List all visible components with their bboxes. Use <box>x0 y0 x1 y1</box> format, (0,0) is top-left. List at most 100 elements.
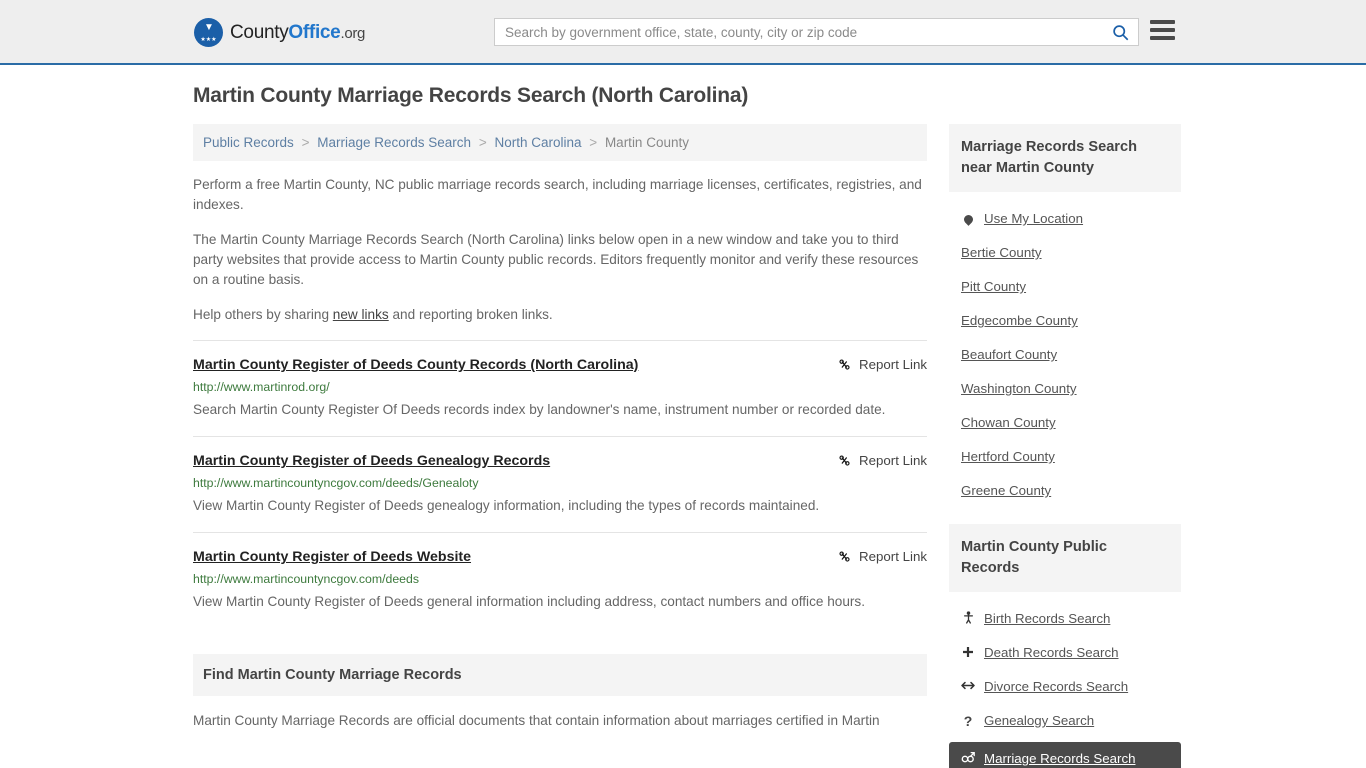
sidebar-item-use-my-location[interactable]: Use My Location <box>949 202 1181 236</box>
sidebar-item-bertie-county[interactable]: Bertie County <box>949 236 1181 270</box>
intro-paragraph-3: Help others by sharing new links and rep… <box>193 305 927 325</box>
sidebar-item-marriage-records-search[interactable]: Marriage Records Search <box>949 742 1181 768</box>
sidebar-item-label: Beaufort County <box>961 347 1058 362</box>
share-text-before: Help others by sharing <box>193 307 333 322</box>
breadcrumb-item-north-carolina[interactable]: North Carolina <box>494 135 581 150</box>
result-title-link[interactable]: Martin County Register of Deeds Genealog… <box>193 452 837 470</box>
sidebar-item-label: Death Records Search <box>984 645 1119 660</box>
logo-text-office: Office <box>288 21 341 43</box>
result-description: View Martin County Register of Deeds gen… <box>193 498 820 513</box>
result-url: http://www.martincountyncgov.com/deeds/G… <box>193 476 479 490</box>
result-header: Martin County Register of Deeds County R… <box>193 356 927 374</box>
public-records-heading: Martin County Public Records <box>961 539 1107 576</box>
nearby-counties-card: Marriage Records Search near Martin Coun… <box>949 124 1181 508</box>
sidebar-item-death-records-search[interactable]: Death Records Search <box>949 636 1181 670</box>
sidebar-item-beaufort-county[interactable]: Beaufort County <box>949 338 1181 372</box>
sidebar-item-edgecombe-county[interactable]: Edgecombe County <box>949 304 1181 338</box>
breadcrumb-item-marriage-records-search[interactable]: Marriage Records Search <box>317 135 471 150</box>
intro-paragraph-1: Perform a free Martin County, NC public … <box>193 177 922 212</box>
logo-text: CountyOffice.org <box>230 22 365 44</box>
logo-text-county: County <box>230 21 289 43</box>
hamburger-bar <box>1150 36 1175 40</box>
sidebar-item-label: Chowan County <box>961 415 1056 430</box>
logo-text-org: .org <box>340 24 366 42</box>
sidebar-item-label: Edgecombe County <box>961 313 1078 328</box>
search-button[interactable] <box>1102 19 1138 45</box>
cross-icon <box>961 646 975 661</box>
result-header: Martin County Register of Deeds Genealog… <box>193 452 927 470</box>
location-pin-icon <box>961 212 975 226</box>
baby-icon <box>961 611 975 627</box>
sidebar-item-label: Divorce Records Search <box>984 679 1129 694</box>
site-header: ▼ ★★★ CountyOffice.org <box>0 0 1366 65</box>
broken-link-icon <box>839 551 850 562</box>
report-link-label: Report Link <box>859 453 927 468</box>
result-url: http://www.martinrod.org/ <box>193 380 330 394</box>
report-link-button[interactable]: Report Link <box>837 453 927 468</box>
intro-text: Perform a free Martin County, NC public … <box>193 175 927 325</box>
search-icon <box>1112 24 1128 40</box>
main-content: Public Records > Marriage Records Search… <box>193 124 927 733</box>
sidebar-item-pitt-county[interactable]: Pitt County <box>949 270 1181 304</box>
sidebar-item-birth-records-search[interactable]: Birth Records Search <box>949 602 1181 636</box>
sidebar-item-divorce-records-search[interactable]: Divorce Records Search <box>949 670 1181 704</box>
result-header: Martin County Register of Deeds Website … <box>193 548 927 566</box>
result-url: http://www.martincountyncgov.com/deeds <box>193 572 420 586</box>
breadcrumb-separator: > <box>301 135 310 150</box>
report-link-button[interactable]: Report Link <box>837 357 927 372</box>
report-link-button[interactable]: Report Link <box>837 549 927 564</box>
sidebar: Marriage Records Search near Martin Coun… <box>949 124 1181 768</box>
breadcrumb-separator: > <box>589 135 598 150</box>
sidebar-item-washington-county[interactable]: Washington County <box>949 372 1181 406</box>
public-records-card-header: Martin County Public Records <box>949 524 1181 592</box>
result-description: View Martin County Register of Deeds gen… <box>193 594 865 609</box>
breadcrumb-item-martin-county: Martin County <box>604 135 689 150</box>
report-link-label: Report Link <box>859 357 927 372</box>
countyoffice-logo-icon: ▼ ★★★ <box>194 18 223 47</box>
sidebar-item-chowan-county[interactable]: Chowan County <box>949 406 1181 440</box>
sidebar-item-label: Bertie County <box>961 245 1042 260</box>
male-female-icon <box>961 751 975 767</box>
hamburger-bar <box>1150 28 1175 32</box>
hamburger-menu-icon[interactable] <box>1150 20 1175 40</box>
nearby-counties-heading: Marriage Records Search near Martin Coun… <box>961 139 1138 176</box>
search-input[interactable] <box>495 19 1102 45</box>
find-records-section-header: Find Martin County Marriage Records <box>193 654 927 696</box>
public-records-card: Martin County Public Records Birth Recor… <box>949 524 1181 768</box>
search-bar <box>494 18 1139 46</box>
result-description: Search Martin County Register Of Deeds r… <box>193 402 886 417</box>
sidebar-item-hertford-county[interactable]: Hertford County <box>949 440 1181 474</box>
page-body: Martin County Marriage Records Search (N… <box>0 65 1366 768</box>
site-logo[interactable]: ▼ ★★★ CountyOffice.org <box>194 18 365 47</box>
sidebar-item-label: Birth Records Search <box>984 611 1111 626</box>
sidebar-item-label: Pitt County <box>961 279 1027 294</box>
stars-glyph: ★★★ <box>200 37 217 43</box>
eagle-glyph: ▼ <box>204 22 214 33</box>
sidebar-item-label: Marriage Records Search <box>984 751 1136 766</box>
broken-link-icon <box>839 455 850 466</box>
sidebar-item-label: Genealogy Search <box>984 713 1095 728</box>
breadcrumb-separator: > <box>478 135 487 150</box>
left-right-arrow-icon <box>961 680 975 694</box>
result-item: Martin County Register of Deeds County R… <box>193 340 927 436</box>
nearby-counties-card-header: Marriage Records Search near Martin Coun… <box>949 124 1181 192</box>
sidebar-item-label: Use My Location <box>984 211 1084 226</box>
sidebar-item-genealogy-search[interactable]: ? Genealogy Search <box>949 704 1181 738</box>
sidebar-item-label: Greene County <box>961 483 1052 498</box>
new-links-link[interactable]: new links <box>333 307 389 322</box>
page-title: Martin County Marriage Records Search (N… <box>193 84 749 107</box>
result-item: Martin County Register of Deeds Genealog… <box>193 436 927 532</box>
result-title-link[interactable]: Martin County Register of Deeds County R… <box>193 356 837 374</box>
hamburger-bar <box>1150 20 1175 24</box>
sidebar-item-greene-county[interactable]: Greene County <box>949 474 1181 508</box>
broken-link-icon <box>839 359 850 370</box>
public-records-list: Birth Records Search Death Records Searc… <box>949 592 1181 768</box>
result-item: Martin County Register of Deeds Website … <box>193 532 927 628</box>
question-mark-icon: ? <box>963 713 973 729</box>
find-records-text: Martin County Marriage Records are offic… <box>193 713 880 728</box>
intro-paragraph-2: The Martin County Marriage Records Searc… <box>193 232 919 287</box>
sidebar-item-label: Hertford County <box>961 449 1055 464</box>
result-title-link[interactable]: Martin County Register of Deeds Website <box>193 548 837 566</box>
breadcrumb: Public Records > Marriage Records Search… <box>193 124 927 161</box>
breadcrumb-item-public-records[interactable]: Public Records <box>203 135 294 150</box>
